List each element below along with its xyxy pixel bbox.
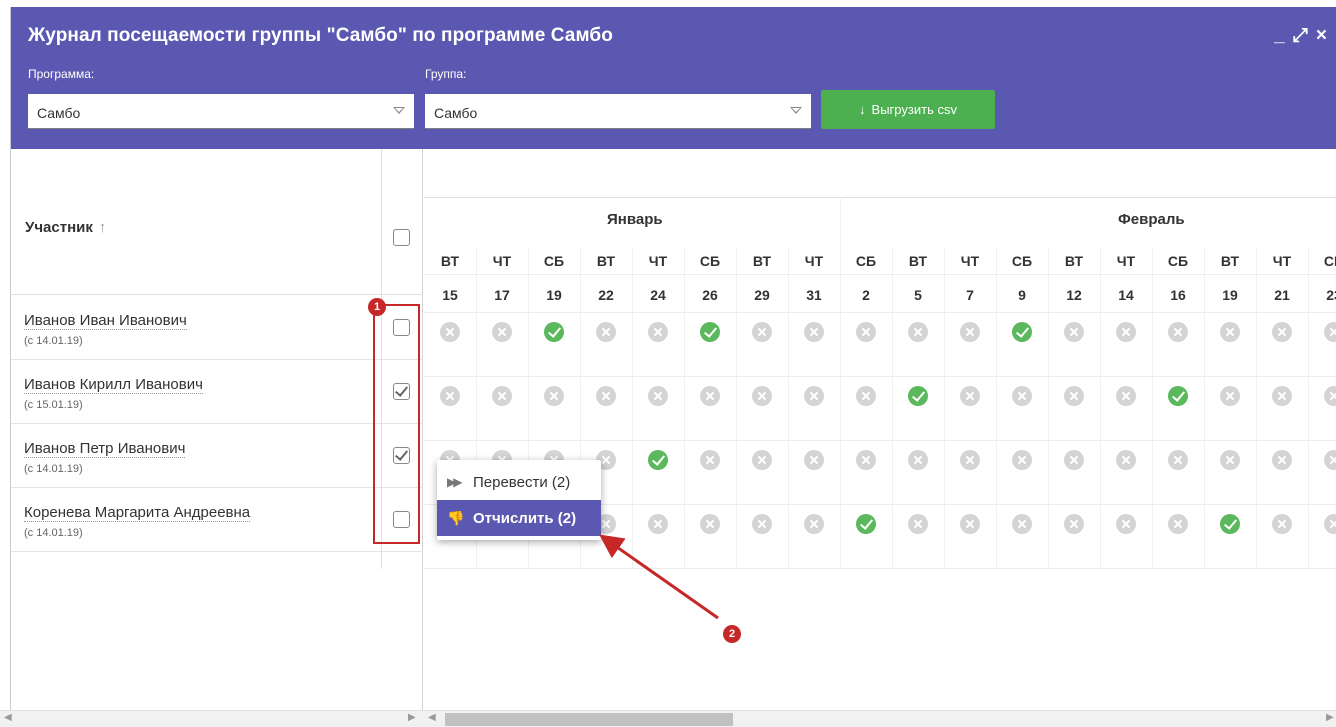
scrollbar-thumb[interactable]: [445, 713, 733, 726]
horizontal-scrollbar[interactable]: ◀ ▶ ◀ ▶: [0, 710, 1336, 727]
scroll-right-icon[interactable]: ▶: [1326, 712, 1334, 723]
annotation-badge-2: 2: [723, 625, 741, 643]
scroll-right-icon[interactable]: ▶: [408, 712, 416, 723]
annotation-arrow: [599, 534, 719, 620]
scroll-left-icon[interactable]: ◀: [4, 712, 12, 723]
scroll-left-icon[interactable]: ◀: [428, 712, 436, 723]
